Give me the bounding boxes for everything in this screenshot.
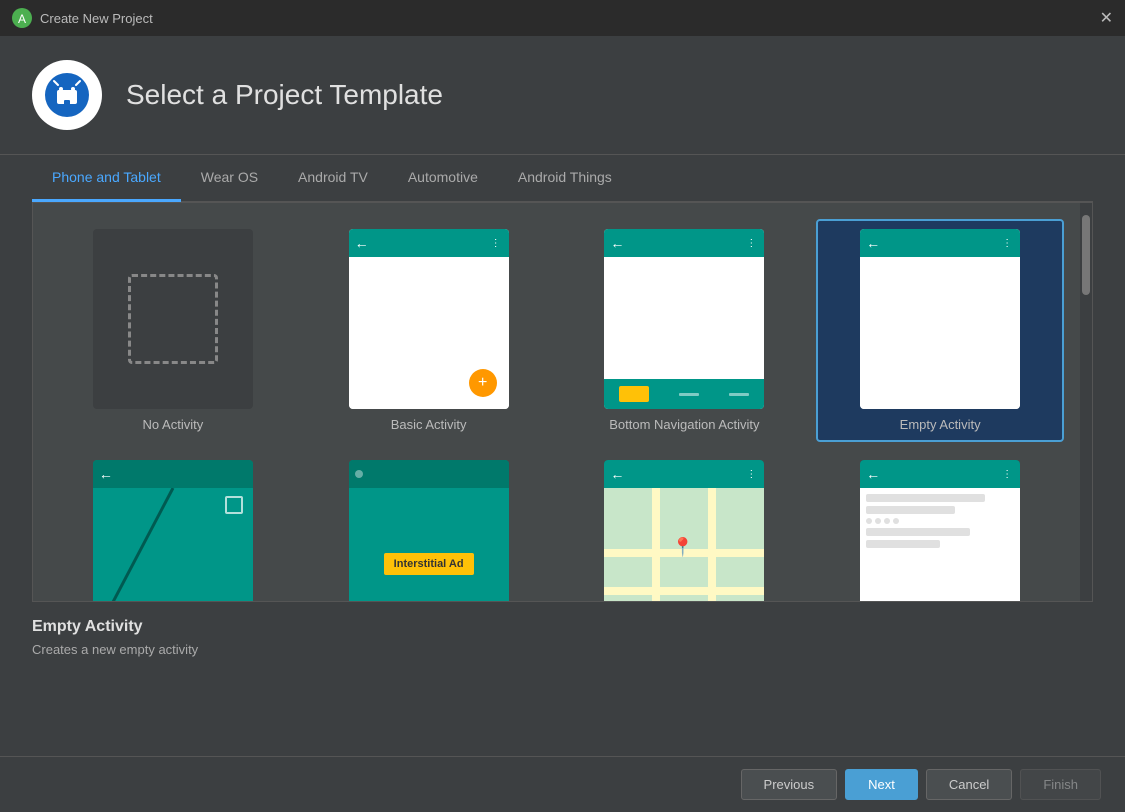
dot1 bbox=[355, 470, 363, 478]
basic-activity-label: Basic Activity bbox=[391, 417, 467, 432]
main-content: Phone and Tablet Wear OS Android TV Auto… bbox=[0, 155, 1125, 602]
menu-dots-icon: ⋮ bbox=[491, 238, 503, 249]
basic-toolbar: ← ⋮ bbox=[349, 229, 509, 257]
empty-activity-preview: ← ⋮ bbox=[860, 229, 1020, 409]
fab-icon: + bbox=[469, 369, 497, 397]
back-arrow-icon2: ← bbox=[610, 235, 624, 251]
menu-dots-icon2: ⋮ bbox=[746, 238, 758, 249]
page-title: Select a Project Template bbox=[126, 79, 443, 111]
bottom-nav-bar bbox=[604, 379, 764, 409]
tab-wear-os[interactable]: Wear OS bbox=[181, 155, 278, 202]
back-arrow-icon5: ← bbox=[610, 466, 624, 482]
no-activity-label: No Activity bbox=[143, 417, 204, 432]
template-bottom-nav[interactable]: ← ⋮ Bottom Navigation Activity bbox=[561, 219, 809, 442]
list-line4 bbox=[866, 540, 940, 548]
template-fullscreen[interactable]: ← Fullscreen Activity bbox=[49, 450, 297, 601]
empty-content bbox=[860, 257, 1020, 409]
maps-preview-card: ← ⋮ 📍 bbox=[604, 460, 764, 601]
tab-android-tv[interactable]: Android TV bbox=[278, 155, 388, 202]
finish-button[interactable]: Finish bbox=[1020, 769, 1101, 800]
back-arrow-icon: ← bbox=[355, 235, 369, 251]
menu-dots-icon5: ⋮ bbox=[1002, 469, 1014, 480]
svg-text:A: A bbox=[18, 12, 26, 26]
back-arrow-icon6: ← bbox=[866, 466, 880, 482]
list-toolbar: ← ⋮ bbox=[860, 460, 1020, 488]
selected-template-title: Empty Activity bbox=[32, 618, 1093, 636]
interstitial-toolbar bbox=[349, 460, 509, 488]
bottom-nav-content bbox=[604, 257, 764, 379]
map-toolbar: ← ⋮ bbox=[604, 460, 764, 488]
empty-toolbar: ← ⋮ bbox=[860, 229, 1020, 257]
interstitial-preview-card: Interstitial Ad bbox=[349, 460, 509, 601]
cancel-button[interactable]: Cancel bbox=[926, 769, 1012, 800]
back-arrow-icon3: ← bbox=[866, 235, 880, 251]
template-interstitial[interactable]: Interstitial Ad Interstitial Ad bbox=[305, 450, 553, 601]
interstitial-content: Interstitial Ad bbox=[349, 488, 509, 601]
template-no-activity[interactable]: No Activity bbox=[49, 219, 297, 442]
list-line1 bbox=[866, 494, 984, 502]
scrolling-preview-card: ← ⋮ bbox=[860, 460, 1020, 601]
menu-dots-icon4: ⋮ bbox=[746, 469, 758, 480]
footer: Previous Next Cancel Finish bbox=[0, 756, 1125, 812]
scrollbar-thumb[interactable] bbox=[1082, 215, 1090, 295]
menu-dots-icon3: ⋮ bbox=[1002, 238, 1014, 249]
tab-android-things[interactable]: Android Things bbox=[498, 155, 632, 202]
templates-wrapper: No Activity ← ⋮ + Basic Activity bbox=[32, 202, 1093, 602]
map-content: 📍 bbox=[604, 488, 764, 601]
close-button[interactable]: ✕ bbox=[1100, 8, 1113, 28]
map-pin-icon: 📍 bbox=[672, 537, 694, 558]
template-basic-activity[interactable]: ← ⋮ + Basic Activity bbox=[305, 219, 553, 442]
empty-activity-label: Empty Activity bbox=[900, 417, 981, 432]
list-dots bbox=[866, 518, 1014, 524]
bottom-nav-toolbar: ← ⋮ bbox=[604, 229, 764, 257]
android-studio-logo bbox=[32, 60, 102, 130]
selected-template-description: Creates a new empty activity bbox=[32, 642, 1093, 657]
list-line3 bbox=[866, 528, 970, 536]
back-arrow-icon4: ← bbox=[99, 466, 113, 482]
basic-content: + bbox=[349, 257, 509, 409]
bottom-nav-label: Bottom Navigation Activity bbox=[609, 417, 759, 432]
no-activity-preview bbox=[93, 229, 253, 409]
template-empty-activity[interactable]: ← ⋮ Empty Activity bbox=[816, 219, 1064, 442]
tab-automotive[interactable]: Automotive bbox=[388, 155, 498, 202]
description-section: Empty Activity Creates a new empty activ… bbox=[0, 602, 1125, 673]
app-icon: A bbox=[12, 8, 32, 28]
tab-phone-tablet[interactable]: Phone and Tablet bbox=[32, 155, 181, 202]
list-content bbox=[860, 488, 1020, 601]
template-maps[interactable]: ← ⋮ 📍 Google Maps Activity bbox=[561, 450, 809, 601]
bottom-nav-item2 bbox=[679, 393, 699, 396]
templates-grid: No Activity ← ⋮ + Basic Activity bbox=[33, 203, 1080, 601]
fullscreen-preview-card: ← bbox=[93, 460, 253, 601]
title-bar-left: A Create New Project bbox=[12, 8, 153, 28]
previous-button[interactable]: Previous bbox=[741, 769, 838, 800]
bottom-nav-item3 bbox=[729, 393, 749, 396]
title-bar: A Create New Project ✕ bbox=[0, 0, 1125, 36]
bottom-nav-item1 bbox=[619, 386, 649, 402]
bottom-nav-preview: ← ⋮ bbox=[604, 229, 764, 409]
dashed-box bbox=[128, 274, 218, 364]
template-scrolling[interactable]: ← ⋮ bbox=[816, 450, 1064, 601]
next-button[interactable]: Next bbox=[845, 769, 918, 800]
title-bar-text: Create New Project bbox=[40, 11, 153, 26]
scrollbar[interactable] bbox=[1080, 203, 1092, 601]
diagonal-line bbox=[93, 488, 253, 601]
android-logo-svg bbox=[42, 70, 92, 120]
tabs-container: Phone and Tablet Wear OS Android TV Auto… bbox=[32, 155, 1093, 202]
list-line2 bbox=[866, 506, 955, 514]
fullscreen-toolbar: ← bbox=[93, 460, 253, 488]
basic-activity-preview: ← ⋮ + bbox=[349, 229, 509, 409]
interstitial-badge: Interstitial Ad bbox=[384, 553, 474, 575]
header: Select a Project Template bbox=[0, 36, 1125, 155]
